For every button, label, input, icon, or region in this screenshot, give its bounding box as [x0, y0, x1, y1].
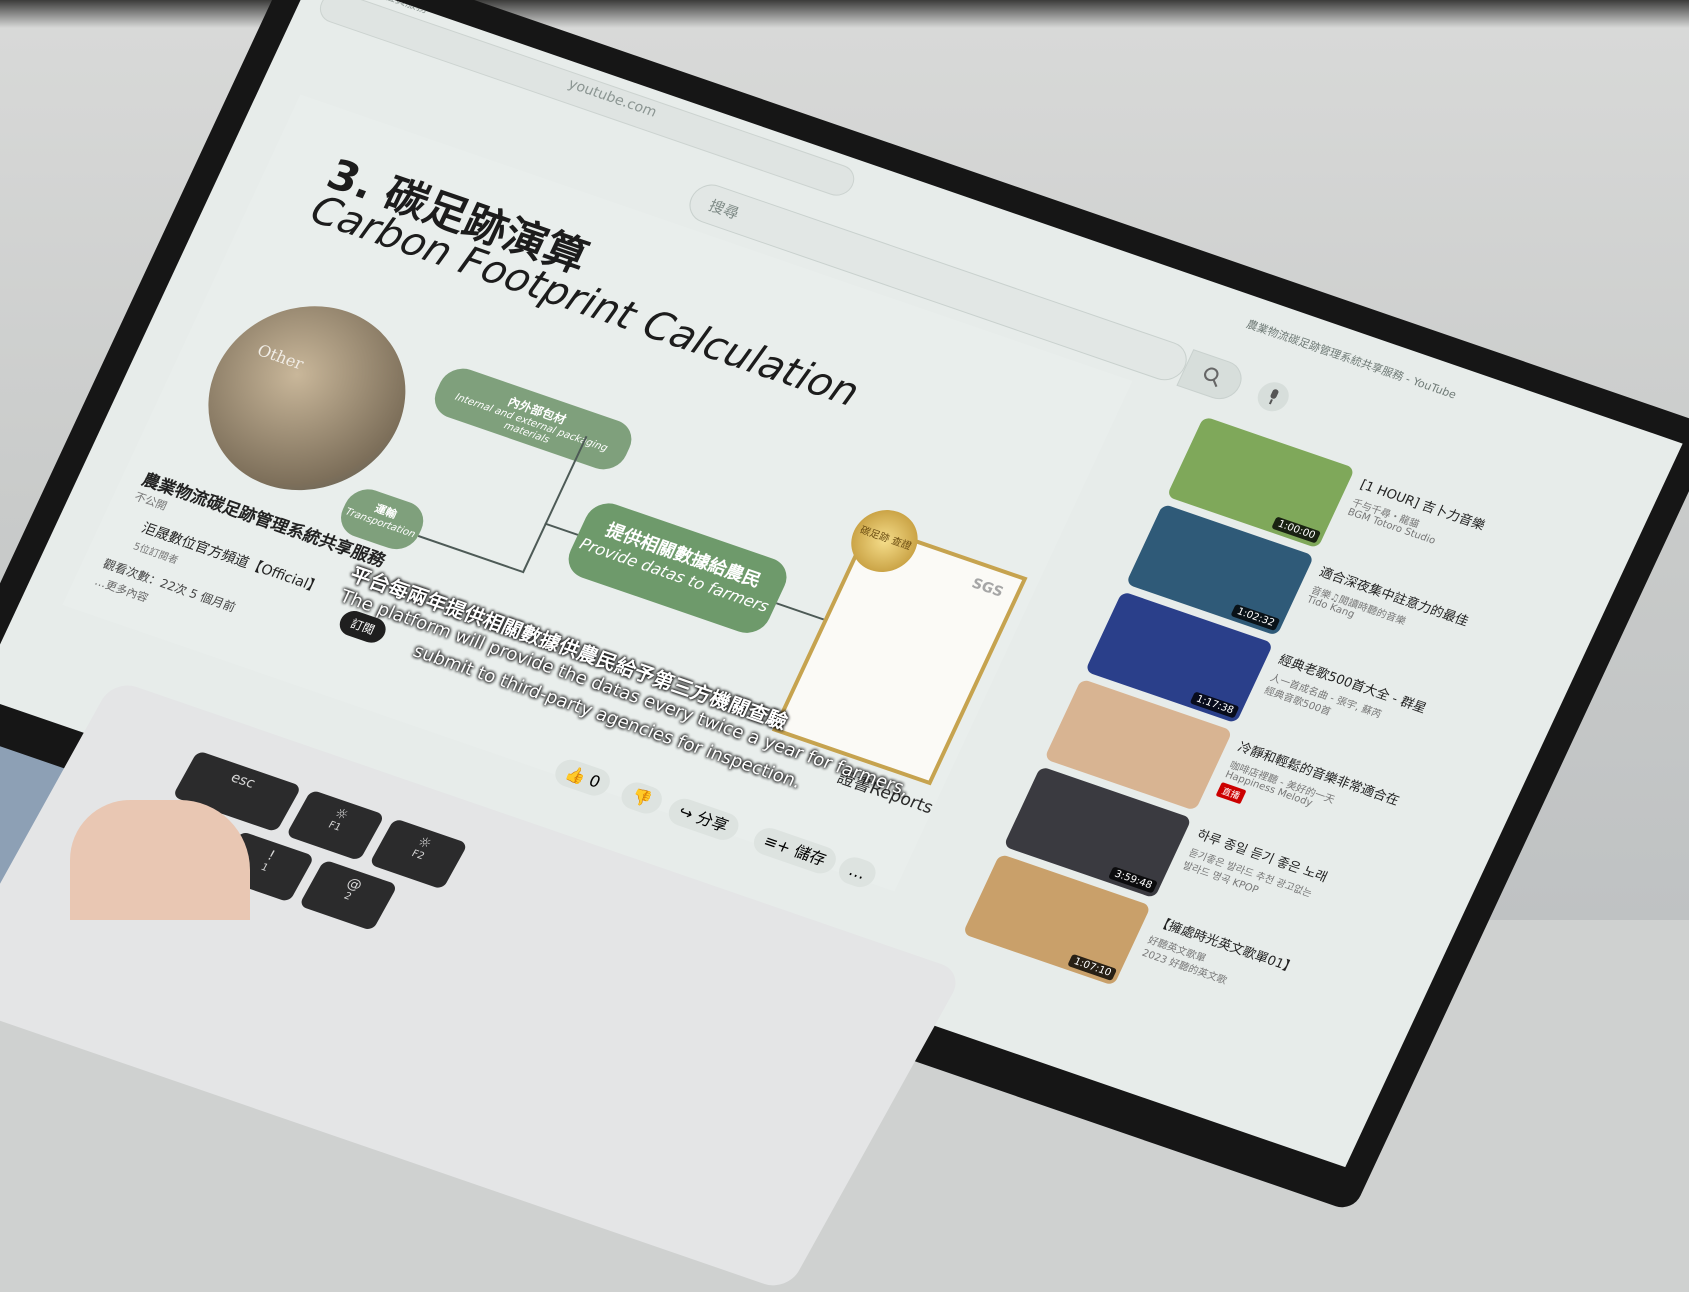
thumbs-down-icon: 👎	[628, 785, 656, 810]
save-label: 儲存	[790, 841, 830, 870]
search-icon	[1204, 367, 1219, 388]
thumbs-up-icon: 👍	[562, 762, 590, 787]
duration-badge: 1:17:38	[1190, 691, 1240, 719]
finger	[70, 800, 250, 920]
connector-line	[417, 535, 523, 573]
add-playlist-icon: ≡+	[760, 831, 795, 858]
connector-arrow	[775, 602, 825, 621]
packaging-node: 內外部包材 Internal and external packaging ma…	[427, 362, 639, 476]
recommendations-list: 1:00:00 [1 HOUR] 吉卜力音樂 千与千尋・龍貓 BGM Totor…	[962, 416, 1601, 987]
mic-icon	[1268, 389, 1279, 405]
duration-badge: 3:59:48	[1108, 866, 1158, 894]
like-count: 0	[585, 770, 604, 792]
duration-badge: 1:02:32	[1230, 604, 1281, 632]
farmers-node: 提供相關數據給農民 Provide datas to farmers	[561, 497, 794, 639]
duration-badge: 1:07:10	[1067, 953, 1118, 981]
duration-badge: 1:00:00	[1271, 516, 1322, 544]
packaging-photo	[176, 280, 438, 516]
connector-arrow	[544, 522, 579, 536]
laptop: …位媒… | 數位資服務 youtube.com 農業物流碳足跡管理系統共享服務…	[0, 0, 1689, 1292]
search-button[interactable]	[1176, 349, 1249, 405]
share-icon: ↪	[675, 801, 697, 824]
seal-text: 碳足跡 查證	[858, 525, 913, 553]
share-label: 分享	[693, 807, 732, 836]
mic-button[interactable]	[1252, 378, 1294, 416]
